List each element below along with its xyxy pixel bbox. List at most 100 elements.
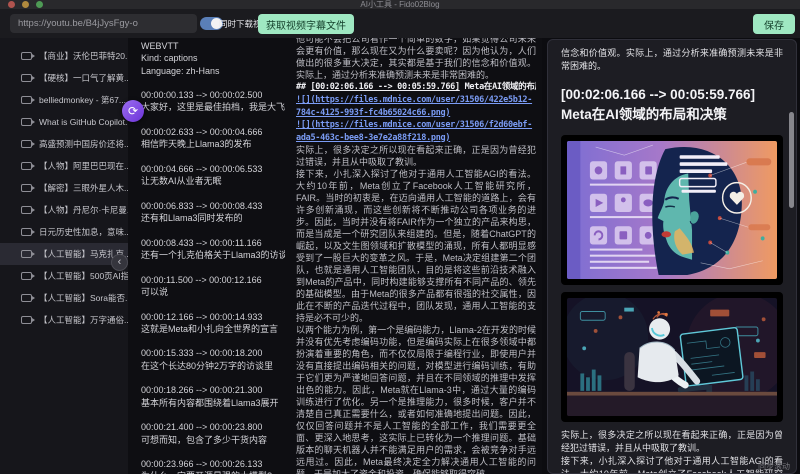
sidebar-item[interactable]: 【人工智能】万字通俗... bbox=[0, 309, 128, 331]
app-window: AI小工具 - Fido02Blog 同时下载视频 获取视频字幕文件 保存 【商… bbox=[0, 0, 800, 474]
sidebar-collapse-button[interactable]: ‹ bbox=[111, 254, 128, 271]
preview-section-heading: [00:02:06.166 --> 00:05:59.766] Meta在AI领… bbox=[561, 85, 783, 125]
subtitle-line bbox=[141, 77, 285, 89]
content-area: 【商业】沃伦巴菲特20... 【硬核】一口气了解黄... belliedmonk… bbox=[0, 38, 800, 474]
sidebar-item-label: 【硬核】一口气了解黄... bbox=[39, 72, 128, 84]
subtitle-line: 这就是Meta和小扎向全世界的宣言 bbox=[141, 323, 285, 335]
woman-profile-ai-illustration bbox=[567, 141, 777, 279]
sidebar-item[interactable]: 【人工智能】Sora能否... bbox=[0, 287, 128, 309]
subtitle-line: 00:00:00.133 --> 00:00:02.500 bbox=[141, 89, 285, 101]
markdown-paragraph: 他可能不会把公司看作一个简单的数字，如果觉得公司未来会更有价值，那么现在又为什么… bbox=[296, 38, 536, 81]
video-camera-icon bbox=[21, 118, 32, 126]
sidebar-item[interactable]: 【人工智能】500页AI指... bbox=[0, 265, 128, 287]
video-camera-icon bbox=[21, 162, 32, 170]
subtitle-line: 还有和Llama3同时发布的 bbox=[141, 212, 285, 224]
robot-at-computer-illustration bbox=[567, 298, 777, 416]
window-title: AI小工具 - Fido02Blog bbox=[0, 0, 800, 9]
subtitle-line: 大家好，这里是最佳拍档，我是大飞 bbox=[141, 101, 285, 113]
video-camera-icon bbox=[21, 52, 32, 60]
sidebar-item[interactable]: 【硬核】一口气了解黄... bbox=[0, 67, 128, 89]
sidebar-item-label: 【人物】丹尼尔·卡尼曼... bbox=[39, 204, 128, 216]
subtitle-line: WEBVTT bbox=[141, 40, 285, 52]
subtitle-line: Kind: captions bbox=[141, 52, 285, 64]
subtitle-line bbox=[141, 446, 285, 458]
subtitle-line: 00:00:11.500 --> 00:00:12.166 bbox=[141, 274, 285, 286]
markdown-preview-pane[interactable]: 信念和价值观。实际上，通过分析来准确预测未来是非常困难的。 [00:02:06.… bbox=[547, 39, 797, 474]
subtitle-line bbox=[141, 151, 285, 163]
video-camera-icon bbox=[21, 228, 32, 236]
sidebar-item[interactable]: belliedmonkey - 第67... bbox=[0, 89, 128, 111]
subtitle-line: 00:00:21.400 --> 00:00:23.800 bbox=[141, 421, 285, 433]
sidebar-item[interactable]: 【人物】阿里巴巴现在... bbox=[0, 155, 128, 177]
sidebar-item-label: 【人工智能】500页AI指... bbox=[39, 270, 128, 282]
markdown-paragraph: 实际上，很多决定之所以现在看起来正确，正是因为曾经犯过错误，并且从中吸取了教训。 bbox=[296, 144, 536, 168]
sidebar-item[interactable]: What is GitHub Copilot... bbox=[0, 111, 128, 133]
subtitle-line bbox=[141, 261, 285, 273]
sidebar-item-label: belliedmonkey - 第67... bbox=[39, 94, 126, 106]
markdown-source-pane[interactable]: 他可能不会把公司看作一个简单的数字，如果觉得公司未来会更有价值，那么现在又为什么… bbox=[293, 38, 542, 474]
preview-paragraph: 实际上，很多决定之所以现在看起来正确，正是因为曾经犯过错误，并且从中吸取了教训。 bbox=[561, 429, 783, 455]
sidebar-item-label: What is GitHub Copilot... bbox=[39, 117, 128, 127]
subtitle-line: 00:00:18.266 --> 00:00:21.300 bbox=[141, 384, 285, 396]
image-markdown-link[interactable]: ![](https://files.mdnice.com/user/31506/… bbox=[296, 119, 536, 144]
preview-image-woman-profile bbox=[561, 135, 783, 285]
markdown-heading: ## [00:02:06.166 --> 00:05:59.766] Meta在… bbox=[296, 81, 536, 94]
subtitle-line: Language: zh-Hans bbox=[141, 65, 285, 77]
subtitle-line: 为什么一定要开源最强的大模型? bbox=[141, 470, 285, 474]
sidebar-item[interactable]: 日元历史性加息，意味... bbox=[0, 221, 128, 243]
subtitle-line: 00:00:15.333 --> 00:00:18.200 bbox=[141, 347, 285, 359]
subtitle-line bbox=[141, 114, 285, 126]
video-camera-icon bbox=[21, 96, 32, 104]
subtitle-line bbox=[141, 335, 285, 347]
sidebar-item[interactable]: 【解密】三眼外星人木... bbox=[0, 177, 128, 199]
markdown-paragraph: 以两个能力为例，第一个是编码能力，Llama-2在开发的时候并没有优先考虑编码功… bbox=[296, 324, 536, 474]
heading-title: Meta在AI领域的布局和决策 bbox=[460, 82, 536, 92]
subtitle-line: 还有一个扎克伯格关于Llama3的访谈视频 bbox=[141, 249, 285, 261]
video-camera-icon bbox=[21, 272, 32, 280]
sidebar-item-label: 日元历史性加息，意味... bbox=[39, 226, 128, 238]
subtitle-line: 00:00:02.633 --> 00:00:04.666 bbox=[141, 126, 285, 138]
subtitle-line: 00:00:06.833 --> 00:00:08.433 bbox=[141, 200, 285, 212]
video-url-input[interactable] bbox=[10, 14, 197, 33]
subtitle-line bbox=[141, 298, 285, 310]
video-list-sidebar[interactable]: 【商业】沃伦巴菲特20... 【硬核】一口气了解黄... belliedmonk… bbox=[0, 38, 128, 474]
toolbar: 同时下载视频 获取视频字幕文件 保存 bbox=[0, 9, 800, 38]
save-button[interactable]: 保存 bbox=[753, 14, 795, 34]
subtitle-line: 00:00:23.966 --> 00:00:26.133 bbox=[141, 458, 285, 470]
preview-paragraph: 信念和价值观。实际上，通过分析来准确预测未来是非常困难的。 bbox=[561, 47, 783, 73]
refresh-floating-button[interactable]: ⟳ bbox=[122, 100, 144, 122]
sidebar-item[interactable]: 高盛预测中国房价还将... bbox=[0, 133, 128, 155]
video-camera-icon bbox=[21, 250, 32, 258]
subtitle-line bbox=[141, 409, 285, 421]
sidebar-item-label: 【人物】阿里巴巴现在... bbox=[39, 160, 128, 172]
subtitle-line bbox=[141, 224, 285, 236]
sidebar-item-label: 【人工智能】万字通俗... bbox=[39, 314, 128, 326]
preview-image-robot bbox=[561, 292, 783, 422]
sidebar-item-label: 【商业】沃伦巴菲特20... bbox=[39, 50, 128, 62]
image-markdown-link[interactable]: ![](https://files.mdnice.com/user/31506/… bbox=[296, 94, 536, 119]
video-camera-icon bbox=[21, 184, 32, 192]
window-titlebar: AI小工具 - Fido02Blog bbox=[0, 0, 800, 9]
video-camera-icon bbox=[21, 74, 32, 82]
sidebar-item-label: 高盛预测中国房价还将... bbox=[39, 138, 128, 150]
video-camera-icon bbox=[21, 206, 32, 214]
preview-scrollbar[interactable] bbox=[789, 112, 794, 208]
sidebar-item[interactable]: 【人工智能】马克扎克... bbox=[0, 243, 128, 265]
sidebar-item-label: 【人工智能】Sora能否... bbox=[39, 292, 128, 304]
subtitle-line: 可以说 bbox=[141, 286, 285, 298]
video-camera-icon bbox=[21, 140, 32, 148]
subtitle-line: 基本所有内容都围绕着Llama3展开 bbox=[141, 397, 285, 409]
sync-scroll-button[interactable]: 同步滚动 bbox=[758, 461, 790, 472]
sidebar-item[interactable]: 【商业】沃伦巴菲特20... bbox=[0, 45, 128, 67]
heading-timestamp: [00:02:06.166 --> 00:05:59.766] bbox=[310, 82, 459, 92]
heading-prefix: ## bbox=[296, 82, 310, 92]
subtitle-line: 可想而知，包含了多少干货内容 bbox=[141, 434, 285, 446]
sidebar-item[interactable]: 【人物】丹尼尔·卡尼曼... bbox=[0, 199, 128, 221]
video-camera-icon bbox=[21, 294, 32, 302]
extract-subtitles-button[interactable]: 获取视频字幕文件 bbox=[258, 14, 354, 34]
subtitle-line: 00:00:12.166 --> 00:00:14.933 bbox=[141, 311, 285, 323]
subtitle-text-pane[interactable]: WEBVTTKind: captionsLanguage: zh-Hans 00:… bbox=[128, 38, 293, 474]
subtitle-line bbox=[141, 188, 285, 200]
preview-paragraph: 接下来，小扎深入探讨了他对于通用人工智能AGI的看法。大约10年前，Meta创立… bbox=[561, 455, 783, 474]
markdown-paragraph: 接下来，小扎深入探讨了他对于通用人工智能AGI的看法。大约10年前，Meta创立… bbox=[296, 168, 536, 324]
